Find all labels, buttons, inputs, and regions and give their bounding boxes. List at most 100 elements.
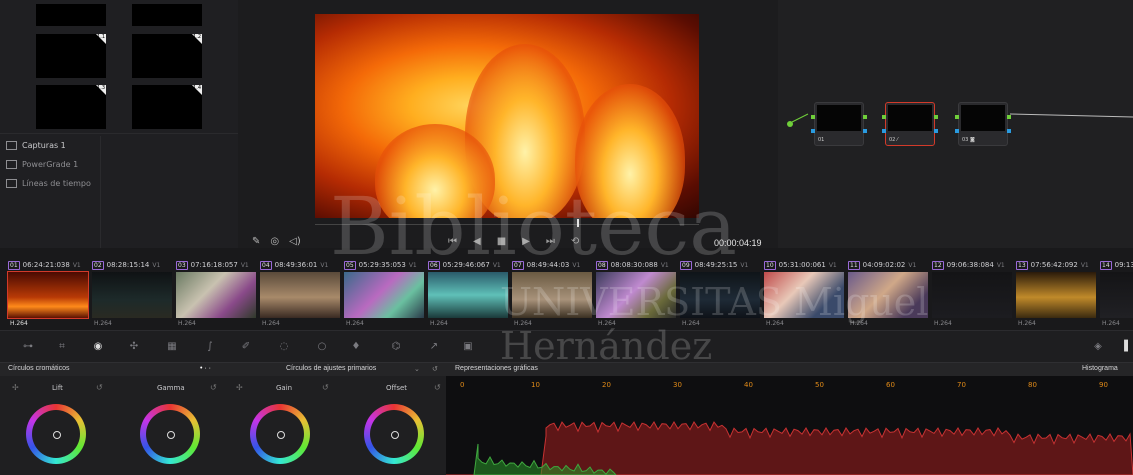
clip-thumbnail[interactable] [428, 272, 508, 318]
node-key-input[interactable] [955, 129, 959, 133]
chevron-down-icon[interactable]: ⌄ [414, 365, 420, 373]
picker-icon[interactable]: ✢ [236, 383, 243, 392]
tracker-icon[interactable]: ○ [316, 341, 328, 353]
clip-thumbnail[interactable] [260, 272, 340, 318]
clip-05[interactable]: 05 05:29:35:053 V1 H.264 [344, 248, 426, 330]
node-key-output[interactable] [863, 129, 867, 133]
reset-icon[interactable]: ↺ [434, 383, 441, 392]
clip-thumbnail[interactable] [848, 272, 928, 318]
clip-thumbnail[interactable] [932, 272, 1012, 318]
clip-thumbnail[interactable] [344, 272, 424, 318]
hdr-icon[interactable]: ✣ [128, 341, 140, 353]
audio-icon[interactable]: ◁) [289, 236, 301, 247]
play-icon[interactable]: ▶ [522, 236, 530, 247]
picker-icon[interactable]: ✎ [252, 236, 260, 247]
node-output[interactable] [863, 115, 867, 119]
node-03[interactable]: 03 ◙ [955, 102, 1011, 146]
reset-icon[interactable]: ↺ [432, 365, 438, 373]
node-key-output[interactable] [1007, 129, 1011, 133]
gallery-still[interactable]: 1.1 [36, 34, 106, 78]
reset-icon[interactable]: ↺ [96, 383, 103, 392]
play-reverse-icon[interactable]: ◀ [473, 236, 481, 247]
rgb-mixer-icon[interactable]: ▦ [166, 341, 178, 353]
loop-icon[interactable]: ⟲ [571, 236, 579, 247]
clip-04[interactable]: 04 08:49:36:01 V1 H.264 [260, 248, 342, 330]
node-output[interactable] [1007, 115, 1011, 119]
wheel-gamma[interactable] [140, 404, 200, 464]
wheels-mode-dropdown[interactable]: Círculos de ajustes primarios [286, 365, 376, 372]
camera-raw-icon[interactable]: ⊶ [22, 341, 34, 353]
color-match-icon[interactable]: ⌗ [56, 341, 68, 353]
wheel-lift[interactable] [26, 404, 86, 464]
node-key-input[interactable] [811, 129, 815, 133]
playhead[interactable] [577, 219, 579, 227]
key-icon[interactable]: ⌬ [390, 341, 402, 353]
clip-11[interactable]: 11 04:09:02:02 V1 H.264 [848, 248, 930, 330]
wheel-handle[interactable] [53, 431, 61, 439]
scope-toggle-icon[interactable]: ◈ [1092, 341, 1104, 353]
clip-02[interactable]: 02 08:28:15:14 V1 H.264 [92, 248, 174, 330]
node-key-input[interactable] [882, 129, 886, 133]
clip-thumbnail[interactable] [7, 271, 89, 319]
clip-03[interactable]: 03 07:16:18:057 V1 H.264 [176, 248, 258, 330]
go-to-end-icon[interactable]: ⏭ [546, 236, 555, 247]
go-to-start-icon[interactable]: ⏮ [448, 236, 457, 247]
highlight-icon[interactable]: ◎ [270, 236, 279, 247]
clip-01[interactable]: 01 06:24:21:038 V1 H.264 [7, 248, 90, 330]
qualifier-icon[interactable]: ✐ [240, 341, 252, 353]
wheel-offset[interactable] [364, 404, 424, 464]
wheel-handle[interactable] [277, 431, 285, 439]
clip-thumbnail[interactable] [92, 272, 172, 318]
gallery-still-partial[interactable] [36, 4, 106, 26]
node-input[interactable] [811, 115, 815, 119]
clip-08[interactable]: 08 08:08:30:088 V1 H.264 [596, 248, 678, 330]
wheel-handle[interactable] [167, 431, 175, 439]
picker-icon[interactable]: ✢ [12, 383, 19, 392]
gallery-still[interactable]: 1.2 [132, 34, 202, 78]
clip-14[interactable]: 14 09:13 H.264 [1100, 248, 1133, 330]
clip-09[interactable]: 09 08:49:25:15 V1 H.264 [680, 248, 762, 330]
node-output[interactable] [934, 115, 938, 119]
album-item-capturas[interactable]: Capturas 1 [6, 136, 100, 155]
wheel-gain[interactable] [250, 404, 310, 464]
clip-thumbnail[interactable] [680, 272, 760, 318]
stop-icon[interactable]: ■ [497, 236, 506, 247]
album-item-timelines[interactable]: Líneas de tiempo [6, 174, 100, 193]
node-input[interactable] [955, 115, 959, 119]
scrub-bar[interactable] [315, 224, 699, 225]
clip-thumbnail[interactable] [1100, 272, 1133, 318]
clip-thumbnail[interactable] [1016, 272, 1096, 318]
clip-thumbnail[interactable] [596, 272, 676, 318]
gallery-still[interactable]: 1.4 [132, 85, 202, 129]
info-icon[interactable]: ▐ [1118, 341, 1130, 353]
blur-icon[interactable]: ♦ [350, 341, 362, 353]
clip-thumbnail[interactable] [764, 272, 844, 318]
curves-icon[interactable]: ∫ [204, 341, 216, 353]
clip-13[interactable]: 13 07:56:42:092 V1 H.264 [1016, 248, 1098, 330]
gallery-still-partial[interactable] [132, 4, 202, 26]
page-dots[interactable]: • · · [200, 365, 211, 372]
clip-thumbnail[interactable] [176, 272, 256, 318]
sizing-icon[interactable]: ↗ [428, 341, 440, 353]
node-input[interactable] [882, 115, 886, 119]
clip-06[interactable]: 06 05:29:46:067 V1 H.264 [428, 248, 510, 330]
node-01[interactable]: 01 [811, 102, 867, 146]
node-02[interactable]: 02 ⁄ [882, 102, 938, 146]
clip-12[interactable]: 12 09:06:38:084 V1 H.264 [932, 248, 1014, 330]
color-wheels-icon[interactable]: ◉ [92, 341, 104, 353]
node-editor[interactable]: 01 02 ⁄ 03 ◙ [778, 0, 1133, 248]
reset-icon[interactable]: ↺ [322, 383, 329, 392]
clip-10[interactable]: 10 05:31:00:061 V1 H.264 [764, 248, 846, 330]
viewer-frame[interactable] [315, 14, 699, 218]
3d-icon[interactable]: ▣ [462, 341, 474, 353]
clip-thumbnail[interactable] [512, 272, 592, 318]
scope-mode-dropdown[interactable]: Histograma [1082, 365, 1118, 372]
window-icon[interactable]: ◌ [278, 341, 290, 353]
gallery-still[interactable]: 1.3 [36, 85, 106, 129]
clip-07[interactable]: 07 08:49:44:03 V1 H.264 [512, 248, 594, 330]
reset-icon[interactable]: ↺ [210, 383, 217, 392]
wheel-handle[interactable] [391, 431, 399, 439]
node-key-output[interactable] [934, 129, 938, 133]
album-item-powergrade[interactable]: PowerGrade 1 [6, 155, 100, 174]
clip-header: 02 08:28:15:14 V1 [92, 260, 160, 270]
